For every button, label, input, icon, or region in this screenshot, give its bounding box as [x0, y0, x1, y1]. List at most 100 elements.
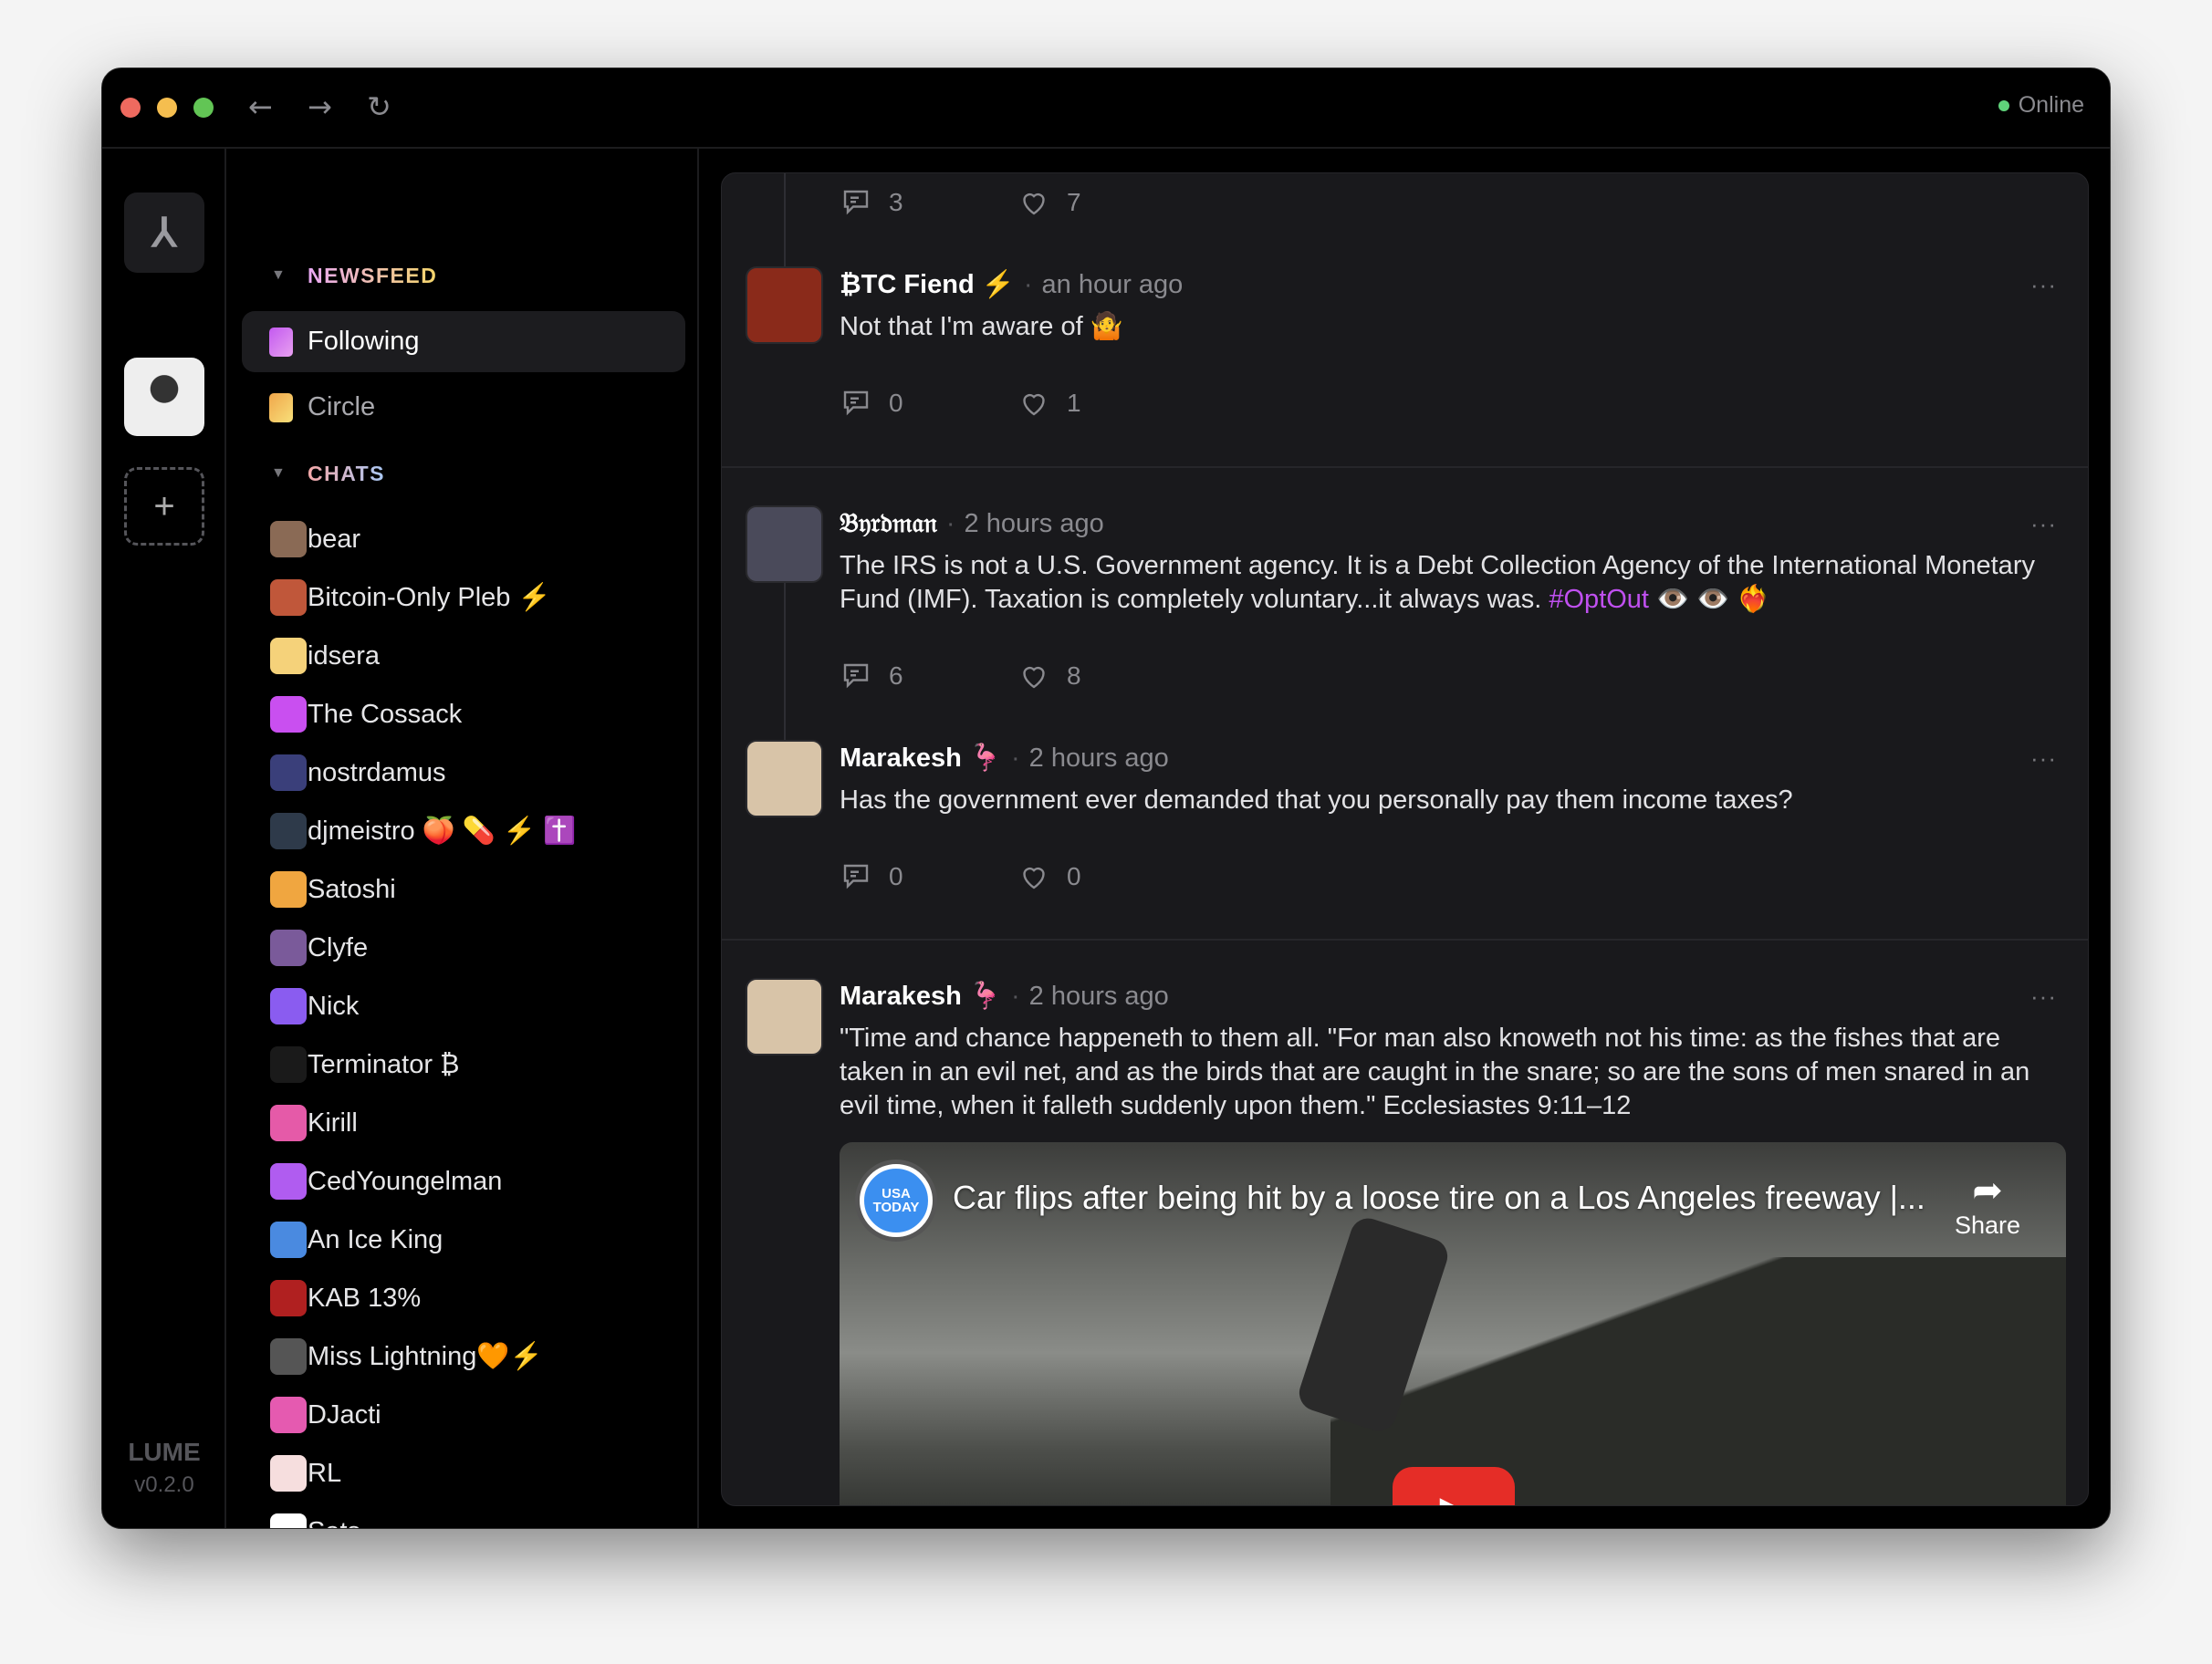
play-icon: ▶ — [1440, 1489, 1468, 1505]
chat-item[interactable]: KAB 13% — [227, 1274, 699, 1323]
reply-button[interactable]: 6 — [840, 660, 1017, 692]
chat-item[interactable]: CedYoungelman — [227, 1157, 699, 1206]
post-time: 2 hours ago — [1028, 982, 1169, 1011]
comment-icon — [843, 190, 869, 215]
comment-icon — [843, 390, 869, 416]
separator: · — [1010, 982, 1020, 1011]
chat-avatar — [270, 1163, 307, 1200]
chat-name: Clyfe — [308, 932, 369, 962]
author-name[interactable]: ₿TC Fiend ⚡ — [840, 270, 1015, 299]
like-button[interactable]: 1 — [1017, 387, 1195, 420]
chat-item[interactable]: RL — [227, 1449, 699, 1498]
post-header: ₿TC Fiend ⚡ · an hour ago — [840, 266, 2051, 303]
chat-name: Satoshi — [308, 874, 396, 904]
channel-logo[interactable]: USA TODAY — [860, 1164, 933, 1237]
video-title[interactable]: Car flips after being hit by a loose tir… — [953, 1179, 1925, 1217]
chat-name: KAB 13% — [308, 1283, 422, 1313]
post-menu-button[interactable]: ··· — [2030, 505, 2057, 542]
feed-item-following[interactable]: Following — [242, 311, 685, 372]
like-count: 8 — [1067, 661, 1081, 690]
post-menu-button[interactable]: ··· — [2030, 266, 2057, 303]
chat-item[interactable]: nostrdamus — [227, 748, 699, 797]
author-avatar[interactable] — [746, 505, 823, 583]
chat-item[interactable]: Clyfe — [227, 923, 699, 972]
status-text: Online — [2018, 92, 2084, 118]
chat-item[interactable]: Terminator ₿ — [227, 1040, 699, 1089]
feed-item-circle[interactable]: Circle — [242, 377, 685, 438]
feed-color-icon — [269, 392, 293, 422]
post-time: 2 hours ago — [1028, 744, 1169, 773]
close-window-button[interactable] — [120, 98, 141, 118]
post-text: "Time and chance happeneth to them all. … — [840, 1022, 2051, 1123]
chat-item[interactable]: Satoshi — [227, 865, 699, 914]
post: 3 7 — [722, 173, 2088, 221]
chat-avatar — [270, 1222, 307, 1258]
like-button[interactable]: 7 — [1017, 186, 1195, 219]
post-menu-button[interactable]: ··· — [2030, 978, 2057, 1014]
app-logo-button[interactable]: ⅄ — [124, 192, 204, 273]
share-button[interactable]: ➦ Share — [1955, 1170, 2020, 1240]
author-avatar[interactable] — [746, 978, 823, 1056]
maximize-window-button[interactable] — [193, 98, 214, 118]
chat-item[interactable]: Nick — [227, 982, 699, 1031]
chat-item[interactable]: Bitcoin-Only Pleb ⚡ — [227, 573, 699, 622]
chat-item[interactable]: Miss Lightning🧡⚡ — [227, 1332, 699, 1381]
app-version: v0.2.0 — [134, 1472, 194, 1497]
chat-name: An Ice King — [308, 1224, 443, 1254]
chat-name: CedYoungelman — [308, 1166, 503, 1196]
arrow-right-icon[interactable]: → — [308, 88, 332, 125]
reply-button[interactable]: 0 — [840, 387, 1017, 420]
titlebar: ← → ↻ Online — [102, 68, 2110, 149]
section-title: NEWSFEED — [308, 263, 438, 287]
feed-color-icon — [269, 327, 293, 357]
chat-avatar — [270, 1105, 307, 1141]
minimize-window-button[interactable] — [157, 98, 177, 118]
hashtag-link[interactable]: #OptOut — [1549, 585, 1649, 614]
chat-name: Kirill — [308, 1108, 358, 1138]
post-text-emoji: 👁️ 👁️ ❤️‍🔥 — [1649, 585, 1770, 614]
chat-name: Bitcoin-Only Pleb ⚡ — [308, 583, 551, 612]
chat-avatar — [270, 871, 307, 908]
chat-item[interactable]: idsera — [227, 631, 699, 681]
comment-count: 6 — [889, 661, 903, 690]
author-avatar[interactable] — [746, 740, 823, 817]
chat-name: Nick — [308, 991, 360, 1021]
chat-item[interactable]: Kirill — [227, 1098, 699, 1148]
play-button[interactable]: ▶ — [1393, 1467, 1515, 1505]
author-name[interactable]: Marakesh 🦩 — [840, 982, 1002, 1011]
post-menu-button[interactable]: ··· — [2030, 740, 2057, 776]
account-avatar[interactable] — [124, 358, 204, 436]
newsfeed[interactable]: 3 7 ··· ₿TC Fiend ⚡ · an hour ago Not that… — [721, 172, 2089, 1506]
chat-avatar — [270, 988, 307, 1024]
youtube-embed[interactable]: USA TODAY Car flips after being hit by a… — [840, 1142, 2066, 1505]
post-time: an hour ago — [1041, 270, 1184, 299]
reload-icon[interactable]: ↻ — [367, 88, 391, 125]
chat-avatar — [270, 1397, 307, 1433]
chat-item[interactable]: bear — [227, 515, 699, 564]
author-avatar[interactable] — [746, 266, 823, 344]
like-button[interactable]: 0 — [1017, 860, 1195, 893]
chat-item[interactable]: DJacti — [227, 1390, 699, 1440]
chat-item[interactable]: The Cossack — [227, 690, 699, 739]
arrow-left-icon[interactable]: ← — [248, 88, 273, 125]
section-title: CHATS — [308, 461, 386, 485]
author-name[interactable]: Marakesh 🦩 — [840, 744, 1002, 773]
chat-item[interactable]: Sats — [227, 1507, 699, 1529]
chat-name: idsera — [308, 640, 380, 671]
post-text: Has the government ever demanded that yo… — [840, 784, 2051, 817]
post-text-content: Has the government ever demanded that yo… — [840, 785, 1793, 815]
chat-item[interactable]: djmeistro 🍑 💊 ⚡ ✝️ — [227, 806, 699, 856]
add-account-button[interactable]: + — [124, 467, 204, 546]
reply-button[interactable]: 0 — [840, 860, 1017, 893]
chat-name: Sats — [308, 1517, 360, 1529]
chat-avatar — [270, 754, 307, 791]
chat-name: Terminator ₿ — [308, 1049, 460, 1079]
reply-button[interactable]: 3 — [840, 186, 1017, 219]
author-name[interactable]: 𝔅𝔶𝔯𝔡𝔪𝔞𝔫 — [840, 509, 937, 538]
chat-item[interactable]: An Ice King — [227, 1215, 699, 1264]
heart-icon — [1023, 192, 1045, 215]
comment-icon — [843, 663, 869, 689]
like-button[interactable]: 8 — [1017, 660, 1195, 692]
connection-status: Online — [1998, 92, 2084, 119]
post-text-content: The IRS is not a U.S. Government agency.… — [840, 551, 2035, 614]
